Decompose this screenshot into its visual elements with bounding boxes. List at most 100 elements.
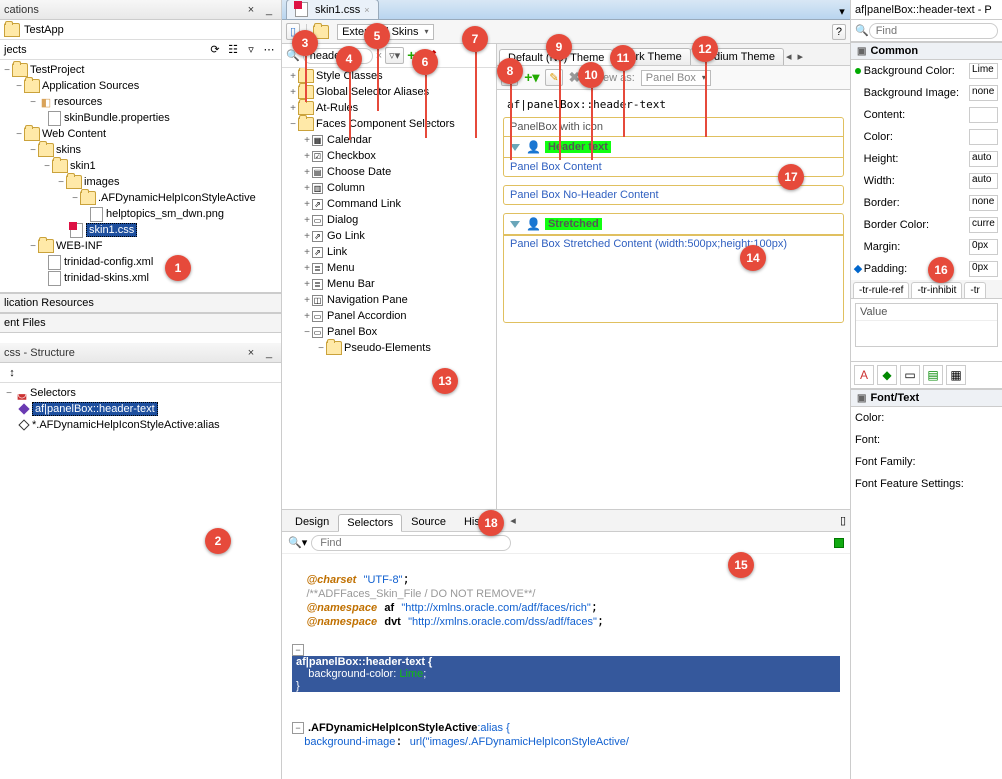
- filter-button[interactable]: ▿▾: [385, 47, 404, 64]
- tab-list-icon[interactable]: ▾: [834, 3, 850, 19]
- checkbox-icon: ☑: [312, 151, 323, 162]
- annotation-13: 13: [432, 368, 458, 394]
- tree-project[interactable]: TestProject: [30, 64, 84, 76]
- person-icon: 👤: [526, 140, 541, 154]
- prop-width-value[interactable]: auto: [969, 173, 998, 189]
- tree-resources[interactable]: resources: [54, 96, 102, 108]
- tab-scroll-right-icon[interactable]: ▸: [794, 48, 806, 65]
- prop-content-label: Content:: [864, 109, 969, 121]
- structure-selectors[interactable]: Selectors: [30, 387, 76, 399]
- tree-skinbundle[interactable]: skinBundle.properties: [64, 112, 170, 124]
- tree-trinidad-skins[interactable]: trinidad-skins.xml: [64, 272, 149, 284]
- prop-bg-image-value[interactable]: none: [969, 85, 998, 101]
- panelbox-header-text: Header text: [545, 141, 611, 153]
- structure-sel2[interactable]: *.AFDynamicHelpIconStyleActive:alias: [32, 419, 220, 431]
- tree-skins[interactable]: skins: [56, 144, 81, 156]
- refresh-icon[interactable]: ⟳: [207, 42, 223, 58]
- tree-skin1[interactable]: skin1: [70, 160, 96, 172]
- inspector-find-input[interactable]: [869, 23, 998, 39]
- tab-close-icon[interactable]: ×: [364, 5, 369, 15]
- tree-icon[interactable]: ☷: [225, 42, 241, 58]
- prop-color-value[interactable]: [969, 129, 998, 145]
- project-tree[interactable]: −TestProject −Application Sources −◧reso…: [0, 60, 281, 293]
- person-icon: 👤: [526, 217, 541, 231]
- annotation-7: 7: [462, 26, 488, 52]
- minimize-icon[interactable]: _: [261, 345, 277, 361]
- add-button[interactable]: +▾: [524, 69, 539, 86]
- font-group[interactable]: Font/Text: [851, 389, 1002, 407]
- prop-border-color-label: Border Color:: [864, 219, 969, 231]
- component-icon: ▦: [312, 135, 323, 146]
- tree-trinidad-config[interactable]: trinidad-config.xml: [64, 256, 153, 268]
- cat-bg-icon[interactable]: ◆: [877, 365, 897, 385]
- prop-height-value[interactable]: auto: [969, 151, 998, 167]
- cat-other-icon[interactable]: ▦: [946, 365, 966, 385]
- source-editor[interactable]: @charset "UTF-8"; /**ADFFaces_Skin_File …: [282, 554, 850, 779]
- selector-tree[interactable]: +Style Classes +Global Selector Aliases …: [282, 68, 496, 509]
- xml-file-icon: [48, 255, 61, 270]
- disclosure-icon[interactable]: [510, 221, 520, 228]
- sort-icon[interactable]: ↕: [4, 365, 20, 381]
- prop-padding-value[interactable]: 0px: [969, 261, 998, 277]
- structure-tree[interactable]: −◛Selectors af|panelBox::header-text *.A…: [0, 383, 281, 439]
- tab-design[interactable]: Design: [286, 513, 338, 531]
- tree-app-sources[interactable]: Application Sources: [42, 80, 139, 92]
- project-name: TestApp: [24, 24, 64, 36]
- fold-icon[interactable]: −: [292, 644, 304, 656]
- prop-border-color-value[interactable]: curre: [969, 217, 998, 233]
- project-dropdown[interactable]: TestApp: [0, 20, 281, 40]
- tab-nav-icon[interactable]: ◂: [507, 512, 519, 529]
- file-tab-label: skin1.css: [315, 4, 360, 16]
- minimize-icon[interactable]: _: [261, 2, 277, 18]
- recent-files-section[interactable]: ent Files: [0, 313, 281, 333]
- selector-icon: [18, 419, 29, 430]
- folder-icon: [4, 23, 20, 37]
- close-icon[interactable]: ×: [243, 345, 259, 361]
- annotation-6: 6: [412, 49, 438, 75]
- options-icon[interactable]: ⋯: [261, 42, 277, 58]
- help-button[interactable]: ?: [832, 24, 846, 40]
- view-as-dropdown[interactable]: Panel Box: [641, 70, 711, 86]
- tab-source[interactable]: Source: [402, 513, 455, 531]
- tab-tr-inhibit[interactable]: -tr-inhibit: [911, 282, 962, 298]
- tree-skin-css[interactable]: skin1.css: [86, 223, 137, 237]
- fold-icon[interactable]: −: [292, 722, 304, 734]
- tree-web-content[interactable]: Web Content: [42, 128, 106, 140]
- applications-label: cations: [4, 4, 39, 16]
- app-resources-section[interactable]: lication Resources: [0, 293, 281, 313]
- value-table[interactable]: Value: [855, 303, 998, 347]
- projects-label: jects: [4, 44, 27, 56]
- cat-layout-icon[interactable]: ▤: [923, 365, 943, 385]
- search-icon: 🔍: [855, 24, 869, 37]
- annotation-14: 14: [740, 245, 766, 271]
- splitter-icon[interactable]: ▯: [840, 514, 846, 527]
- filter-icon[interactable]: ▿: [243, 42, 259, 58]
- tree-images[interactable]: images: [84, 176, 119, 188]
- prop-content-value[interactable]: [969, 107, 998, 123]
- source-find-bar: 🔍▾: [282, 532, 850, 554]
- tree-help-png[interactable]: helptopics_sm_dwn.png: [106, 208, 224, 220]
- tree-dynfolder[interactable]: .AFDynamicHelpIconStyleActive: [98, 192, 256, 204]
- cat-box-icon[interactable]: ▭: [900, 365, 920, 385]
- structure-sel1[interactable]: af|panelBox::header-text: [32, 402, 158, 416]
- prop-margin-value[interactable]: 0px: [969, 239, 998, 255]
- category-icons: A ◆ ▭ ▤ ▦: [851, 361, 1002, 389]
- applications-header: cations × _: [0, 0, 281, 20]
- cat-text-icon[interactable]: A: [854, 365, 874, 385]
- prop-font-feature-label: Font Feature Settings:: [855, 478, 965, 490]
- common-group[interactable]: Common: [851, 42, 1002, 60]
- file-tab-skin1css[interactable]: skin1.css ×: [286, 0, 379, 19]
- folder-icon: [326, 341, 342, 355]
- left-sidebar: cations × _ TestApp jects ⟳ ☷ ▿ ⋯ −TestP…: [0, 0, 282, 779]
- prop-border-value[interactable]: none: [969, 195, 998, 211]
- prop-bg-color-value[interactable]: Lime: [969, 63, 998, 79]
- tab-selectors[interactable]: Selectors: [338, 514, 402, 532]
- tab-tr-rule-ref[interactable]: -tr-rule-ref: [853, 282, 909, 298]
- tab-scroll-left-icon[interactable]: ◂: [783, 48, 795, 65]
- tree-webinf[interactable]: WEB-INF: [56, 240, 102, 252]
- preview-canvas: af|panelBox::header-text PanelBox with i…: [497, 90, 850, 509]
- source-find-input[interactable]: [311, 535, 511, 551]
- close-icon[interactable]: ×: [243, 2, 259, 18]
- tab-tr-more[interactable]: -tr: [964, 282, 985, 298]
- preview-toolbar: ⟳ +▾ ✎ ✖ View as: Panel Box: [497, 66, 850, 90]
